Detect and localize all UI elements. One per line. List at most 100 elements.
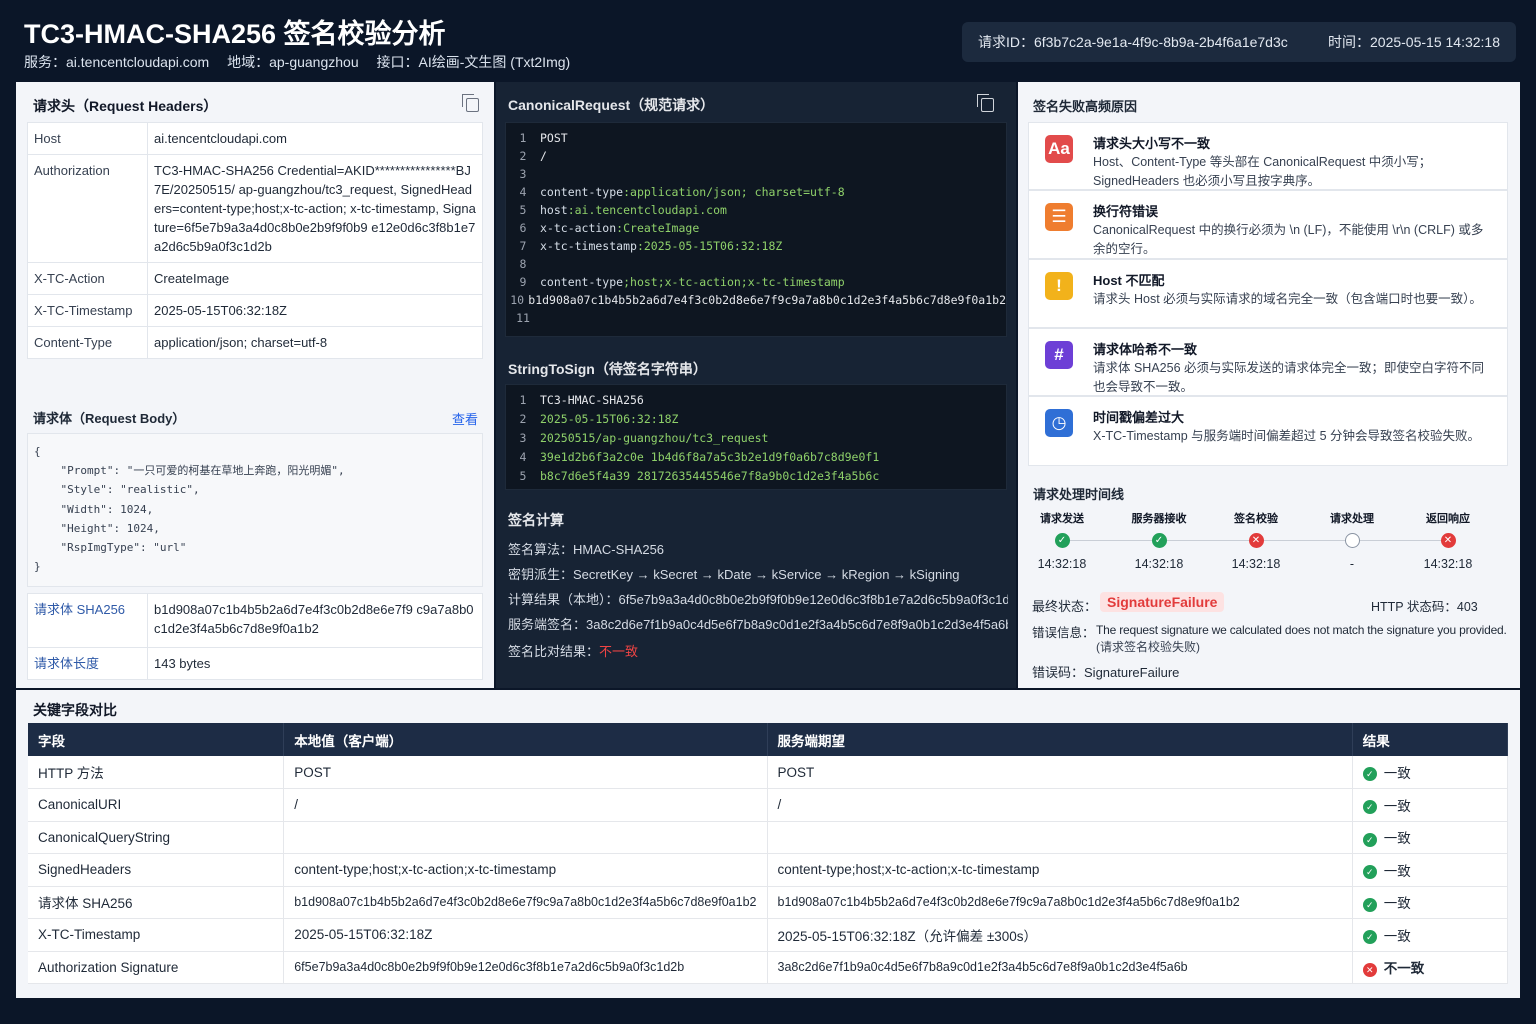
field-cell: CanonicalURI <box>28 788 285 822</box>
table-row: CanonicalQueryString ✓ 一致 <box>28 821 1509 854</box>
clock-icon: ◷ <box>1045 409 1073 437</box>
signature-calc-title: 签名计算 <box>508 512 564 528</box>
view-body-link[interactable]: 查看 <box>452 409 478 428</box>
timeline-step: 返回响应 ✕ 14:32:18 <box>1408 510 1488 571</box>
result-text: 一致 <box>1383 766 1411 781</box>
sig-compare-label: 签名比对结果： <box>508 644 600 659</box>
table-row: HTTP 方法 POST POST ✓ 一致 <box>28 756 1509 789</box>
code-value: :application/json; charset=utf-8 <box>623 185 845 199</box>
cause-item: ! Host 不匹配 请求头 Host 必须与实际请求的域名完全一致（包含端口时也要… <box>1028 259 1508 328</box>
timeline-time: 14:32:18 <box>1423 557 1473 571</box>
code-text: x-tc-action:CreateImage <box>540 219 699 237</box>
code-text: 39e1d2b6f3a2c0e 1b4d6f8a7a5c3b2e1d9f0a6b… <box>540 450 880 464</box>
code-value: :ai.tencentcloudapi.com <box>567 203 727 217</box>
code-text: b1d908a07c1b4b5b2a6d7e4f3c0b2d8e6e7f9c9a… <box>528 293 1006 307</box>
local-cell: b1d908a07c1b4b5b2a6d7e4f3c0b2d8e6e7f9c9a… <box>283 886 768 919</box>
code-text: TC3-HMAC-SHA256 <box>540 393 644 407</box>
code-text: POST <box>540 131 568 145</box>
timeline-label: 签名校验 <box>1234 513 1278 525</box>
cause-desc: Host、Content-Type 等头部在 CanonicalRequest … <box>1093 155 1432 188</box>
table-row: X-TC-Timestamp 2025-05-15T06:32:18Z 2025-0… <box>28 918 1509 952</box>
field-cell: SignedHeaders <box>28 853 285 887</box>
check-circle-icon: ✓ <box>1362 930 1377 945</box>
code-key: host <box>540 203 568 217</box>
compare-title: 关键字段对比 <box>33 702 117 718</box>
server-cell <box>767 821 1353 854</box>
timeline-label: 请求发送 <box>1040 513 1084 525</box>
empty-circle-icon <box>1344 533 1360 548</box>
column-header: 本地值（客户端） <box>283 723 768 756</box>
field-cell: X-TC-Timestamp <box>28 918 285 952</box>
code-line: 5 host:ai.tencentcloudapi.com <box>506 201 1006 219</box>
result-cell: ✕ 不一致 <box>1352 951 1509 984</box>
header-value: application/json; charset=utf-8 <box>147 326 483 359</box>
copy-icon[interactable] <box>462 94 479 112</box>
header-row: X-TC-Timestamp 2025-05-15T06:32:18Z <box>27 294 483 327</box>
line-number: 2 <box>519 149 527 163</box>
code-line: 4 content-type:application/json; charset=… <box>506 183 1006 201</box>
line-number: 6 <box>519 221 527 235</box>
timeline-label: 请求处理 <box>1330 513 1374 525</box>
code-key: x-tc-timestamp <box>540 239 637 253</box>
code-line: 5 b8c7d6e5f4a39 28172635445546e7f8a9b0c1d… <box>506 467 1006 486</box>
line-number: 4 <box>519 450 527 464</box>
code-text: host:ai.tencentcloudapi.com <box>540 201 727 219</box>
table-row: SignedHeaders content-type;host;x-tc-acti… <box>28 853 1509 887</box>
code-line: 2 2025-05-15T06:32:18Z <box>506 410 1006 429</box>
result-cell: ✓ 一致 <box>1352 821 1509 854</box>
code-line: 1 POST <box>506 129 1006 147</box>
server-cell: POST <box>767 756 1353 789</box>
code-value: ;host;x-tc-action;x-tc-timestamp <box>623 275 845 289</box>
table-row: CanonicalURI / / ✓ 一致 <box>28 788 1509 822</box>
sig-compare-value: 不一致 <box>599 644 639 659</box>
text-case-icon: Aa <box>1045 135 1073 163</box>
code-text: / <box>540 149 547 163</box>
copy-icon[interactable] <box>977 94 994 112</box>
code-value: :CreateImage <box>616 221 700 235</box>
line-number: 5 <box>519 469 527 483</box>
local-cell <box>283 821 768 854</box>
timeline-time: - <box>1349 557 1355 571</box>
body-meta-table: 请求体 SHA256 b1d908a07c1b4b5b2a6d7e4f3c0b2… <box>27 593 483 680</box>
timeline-time: 14:32:18 <box>1134 557 1184 571</box>
column-header: 结果 <box>1352 723 1509 756</box>
header-value: 2025-05-15T06:32:18Z <box>147 294 483 327</box>
server-cell: 2025-05-15T06:32:18Z（允许偏差 ±300s） <box>767 918 1353 952</box>
request-info-box: 请求ID：6f3b7c2a-9e1a-4f9c-8b9a-2b4f6a1e7d3… <box>962 22 1516 62</box>
column-header: 服务端期望 <box>767 723 1353 756</box>
cause-title: 请求体哈希不一致 <box>1093 342 1198 357</box>
timeline-step: 请求处理 - <box>1312 510 1392 571</box>
line-number: 5 <box>519 203 527 217</box>
page-title: TC3-HMAC-SHA256 签名校验分析 <box>24 19 446 49</box>
headers-table: Host ai.tencentcloudapi.com Authorization T… <box>27 122 483 359</box>
timeline-title: 请求处理时间线 <box>1033 487 1125 502</box>
code-key: x-tc-action <box>540 221 617 235</box>
canonical-code: 1 POST 2/3 4 content-type:application/json; … <box>505 122 1007 337</box>
column-header: 字段 <box>28 723 285 756</box>
field-cell: 请求体 SHA256 <box>28 886 285 919</box>
body-title: 请求体（Request Body） <box>33 411 186 426</box>
header-value: TC3-HMAC-SHA256 Credential=AKID*********… <box>147 154 483 263</box>
line-number: 2 <box>519 412 527 426</box>
header-key: Authorization <box>27 154 148 263</box>
code-text: b8c7d6e5f4a39 28172635445546e7f8a9b0c1d2… <box>540 469 880 483</box>
cause-item: ◷ 时间戳偏差过大 X-TC-Timestamp 与服务端时间偏差超过 5 分钟会导… <box>1028 396 1508 466</box>
error-message: The request signature we calculated does… <box>1096 623 1507 637</box>
code-line: 8 <box>506 255 1006 273</box>
x-circle-icon: ✕ <box>1440 533 1456 548</box>
result-cell: ✓ 一致 <box>1352 918 1509 952</box>
cause-item: # 请求体哈希不一致 请求体 SHA256 必须与实际发送的请求体完全一致；即使空白… <box>1028 328 1508 396</box>
timeline-label: 服务器接收 <box>1131 513 1187 525</box>
code-line: 10 b1d908a07c1b4b5b2a6d7e4f3c0b2d8e6e7f9c… <box>506 291 1006 309</box>
result-cell: ✓ 一致 <box>1352 886 1509 919</box>
line-number: 11 <box>516 311 530 325</box>
line-number: 7 <box>519 239 527 253</box>
hash-icon: # <box>1045 341 1073 369</box>
api-label: 接口：AI绘画-文生图 (Txt2Img) <box>376 54 571 70</box>
error-code: 错误码：SignatureFailure <box>1032 662 1179 681</box>
cause-item: ☰ 换行符错误 CanonicalRequest 中的换行必须为 \n (LF)，不… <box>1028 190 1508 259</box>
result-text: 一致 <box>1383 798 1411 814</box>
result-text: 一致 <box>1383 928 1411 944</box>
sig-local: 计算结果（本地）：6f5e7b9a3a4d0c8b0e2b9f9f0b9e12e… <box>508 592 1008 607</box>
local-cell: content-type;host;x-tc-action;x-tc-times… <box>283 853 768 887</box>
